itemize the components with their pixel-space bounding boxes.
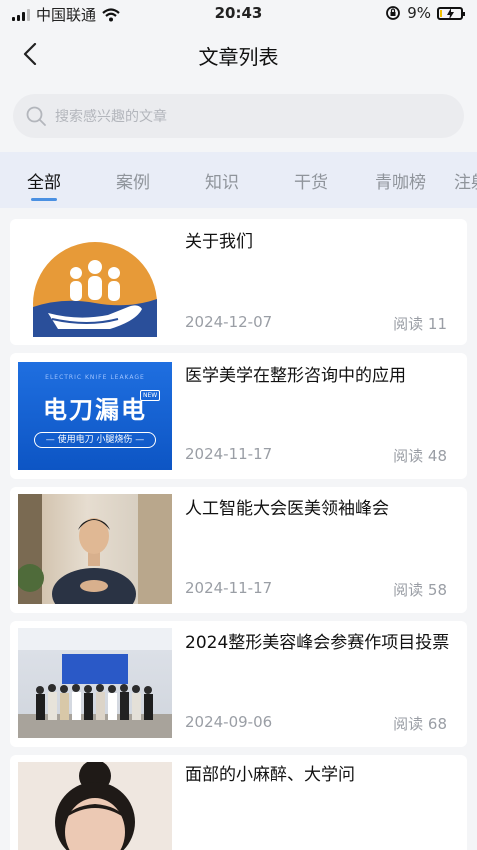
battery-percent: 9% (407, 4, 431, 22)
article-date: 2024-12-07 (185, 313, 273, 331)
tab-ranking[interactable]: 青咖榜 (375, 168, 426, 193)
article-read-count: 阅读 11 (393, 315, 447, 333)
article-card[interactable]: 人工智能大会医美领袖峰会 2024-11-17 阅读 58 (10, 487, 467, 613)
article-title: 人工智能大会医美领袖峰会 (185, 499, 389, 519)
article-card[interactable]: ELECTRIC KNIFE LEAKAGE 电刀漏电 NEW — 使用电刀 小… (10, 353, 467, 479)
article-card[interactable]: 面部的小麻醉、大学问 (10, 755, 467, 850)
tab-cases[interactable]: 案例 (116, 168, 150, 193)
article-date: 2024-09-06 (185, 713, 273, 731)
article-date: 2024-11-17 (185, 445, 273, 463)
category-tabs: 全部 案例 知识 干货 青咖榜 注射 (0, 152, 477, 208)
banner-top-text: ELECTRIC KNIFE LEAKAGE (45, 374, 145, 381)
speaker-photo (18, 494, 172, 604)
article-thumbnail-logo (18, 229, 172, 337)
article-read-count: 阅读 58 (393, 581, 447, 599)
article-card[interactable]: 关于我们 2024-12-07 阅读 11 (10, 219, 467, 345)
page-title: 文章列表 (198, 45, 279, 69)
article-title: 面部的小麻醉、大学问 (185, 765, 355, 785)
article-thumbnail-banner: ELECTRIC KNIFE LEAKAGE 电刀漏电 NEW — 使用电刀 小… (18, 362, 172, 470)
search-placeholder: 搜索感兴趣的文章 (55, 109, 167, 125)
article-date: 2024-11-17 (185, 579, 273, 597)
tab-all[interactable]: 全部 (27, 168, 61, 193)
banner-sub-text: — 使用电刀 小腿烧伤 — (34, 432, 156, 448)
article-title: 2024整形美容峰会参赛作项目投票 (185, 633, 450, 653)
tab-knowledge[interactable]: 知识 (205, 168, 239, 193)
search-input[interactable]: 搜索感兴趣的文章 (13, 94, 464, 138)
battery-fill (440, 9, 442, 17)
tab-injection[interactable]: 注射 (454, 168, 477, 193)
article-title: 医学美学在整形咨询中的应用 (185, 366, 406, 386)
article-thumbnail-photo (18, 494, 172, 604)
banner-badge: NEW (140, 390, 161, 401)
tab-tips[interactable]: 干货 (294, 168, 328, 193)
article-card[interactable]: 2024整形美容峰会参赛作项目投票 2024-09-06 阅读 68 (10, 621, 467, 747)
battery-icon (437, 6, 465, 20)
company-logo-icon (33, 242, 157, 337)
active-tab-indicator (31, 198, 57, 201)
article-read-count: 阅读 68 (393, 715, 447, 733)
search-icon (26, 106, 46, 126)
article-thumbnail-portrait (18, 762, 172, 850)
portrait-photo (55, 762, 135, 850)
status-bar: 中国联通 20:43 9% (0, 0, 477, 28)
group-photo (18, 628, 172, 738)
orientation-lock-icon (386, 6, 401, 20)
article-thumbnail-group-photo (18, 628, 172, 738)
search-area: 搜索感兴趣的文章 (0, 80, 477, 152)
article-read-count: 阅读 48 (393, 447, 447, 465)
article-title: 关于我们 (185, 232, 253, 252)
navigation-bar: 文章列表 (0, 28, 477, 80)
status-right: 9% (385, 4, 465, 22)
